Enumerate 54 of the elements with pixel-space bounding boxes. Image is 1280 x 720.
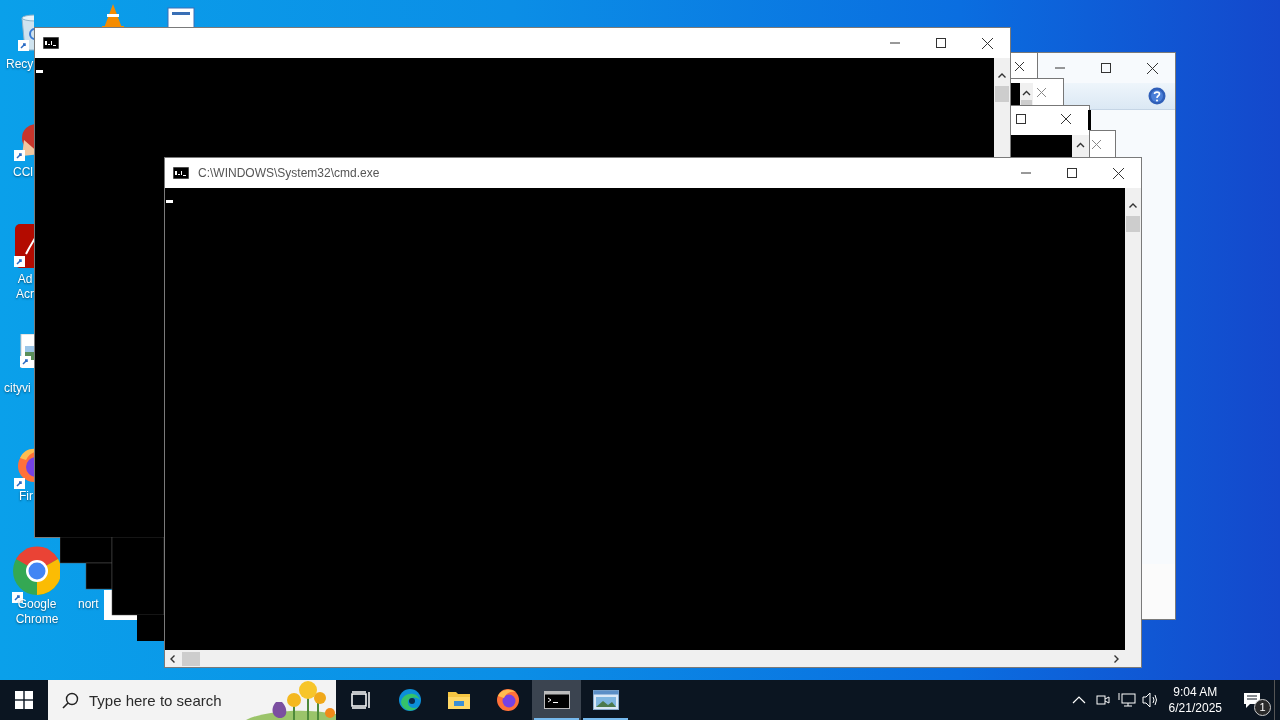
help-icon[interactable] [1148, 87, 1166, 105]
scroll-left-icon[interactable] [170, 654, 175, 663]
notifications-button[interactable]: 1 [1230, 680, 1274, 720]
search-field[interactable]: Type here to search [89, 691, 269, 709]
search-bar[interactable]: Type here to search [48, 680, 336, 720]
console-icon [43, 37, 59, 49]
desktop-icon-label[interactable]: Ad Acr [14, 272, 36, 302]
picture-window-icon [592, 690, 619, 710]
shortcut-arrow-icon [14, 256, 25, 267]
scrollbar-thumb[interactable] [182, 651, 200, 666]
shortcut-arrow-icon [20, 356, 31, 367]
scrollbar-thumb[interactable] [1126, 216, 1140, 232]
notification-count: 1 [1254, 699, 1271, 716]
windows-logo-icon [15, 691, 33, 709]
desktop-icon-label[interactable]: nort [78, 597, 99, 612]
desktop-icon-label[interactable]: CCl [13, 165, 33, 180]
volume-icon[interactable] [1141, 692, 1160, 708]
window-title: C:\WINDOWS\System32\cmd.exe [198, 166, 380, 180]
shortcut-arrow-icon [18, 40, 29, 51]
chrome-icon[interactable] [12, 546, 60, 596]
scroll-up-icon[interactable] [998, 73, 1006, 78]
folder-icon [446, 690, 471, 710]
close-icon[interactable] [1146, 62, 1158, 74]
desktop-icon-label[interactable]: Google Chrome [6, 597, 68, 627]
maximize-icon[interactable] [1067, 168, 1077, 178]
clock-time: 9:04 AM [1172, 684, 1219, 700]
scroll-up-icon[interactable] [1129, 203, 1137, 208]
scrollbar[interactable] [165, 650, 1141, 667]
camera-icon[interactable] [1094, 692, 1111, 708]
network-icon[interactable] [1117, 692, 1136, 708]
scrollbar[interactable] [994, 58, 1010, 157]
console-icon [543, 691, 570, 709]
shortcut-arrow-icon [14, 478, 25, 489]
desktop-icon-label[interactable]: cityvi [4, 381, 31, 396]
close-icon[interactable] [1112, 167, 1124, 179]
shortcut-arrow-icon [14, 150, 25, 161]
scrollbar[interactable] [1125, 188, 1141, 650]
close-icon[interactable] [981, 37, 993, 49]
maximize-icon[interactable] [1101, 63, 1111, 73]
clock-date: 6/21/2025 [1168, 700, 1222, 716]
search-icon [62, 691, 79, 709]
clock[interactable]: 9:04 AM 6/21/2025 [1162, 684, 1230, 716]
taskbar-app-button[interactable] [532, 680, 581, 720]
maximize-icon[interactable] [936, 38, 946, 48]
scrollbar-thumb[interactable] [995, 86, 1009, 102]
desktop-icon-label[interactable]: Fir [19, 489, 33, 504]
edge-icon [397, 688, 422, 712]
firefox-icon [495, 688, 520, 712]
console-icon [173, 167, 189, 179]
document-icon[interactable] [166, 6, 196, 27]
task-view-icon [350, 691, 371, 709]
desktop-icon-label[interactable]: Recy [6, 57, 34, 72]
scroll-right-icon[interactable] [1114, 654, 1119, 663]
chevron-up-icon[interactable] [1071, 696, 1086, 704]
